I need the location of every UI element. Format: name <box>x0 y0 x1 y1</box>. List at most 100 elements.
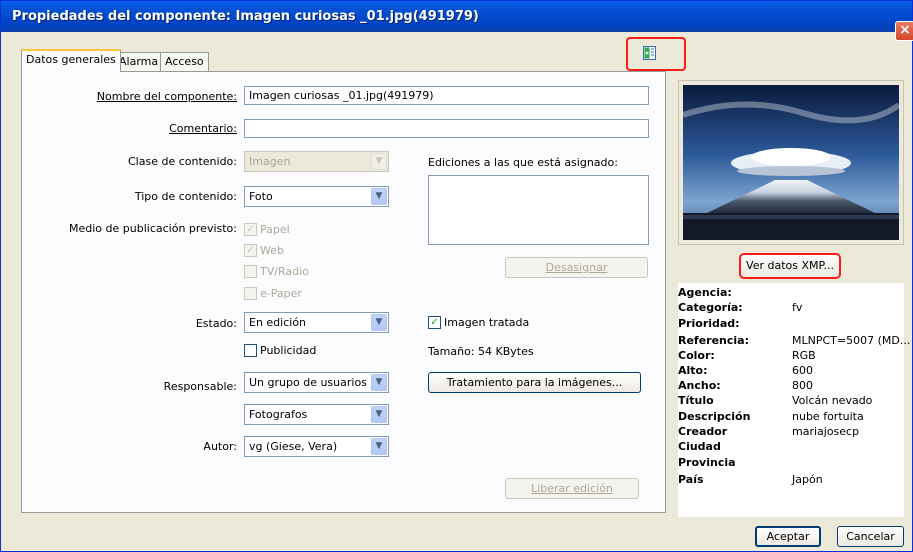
meta-value: mariajosecp <box>792 425 860 438</box>
tab-label: Datos generales <box>26 53 116 66</box>
xmp-button-label: Ver datos XMP... <box>746 259 834 272</box>
window-title: Propiedades del componente: Imagen curio… <box>12 9 479 24</box>
meta-value: 800 <box>792 379 813 392</box>
aceptar-label: Aceptar <box>766 530 810 543</box>
properties-dialog: Propiedades del componente: Imagen curio… <box>0 0 913 552</box>
chevron-down-icon: ▼ <box>371 374 387 391</box>
cancelar-label: Cancelar <box>846 530 895 543</box>
meta-key: Alto: <box>678 364 708 377</box>
status-select[interactable]: En edición ▼ <box>244 312 389 333</box>
comment-field[interactable] <box>244 119 649 138</box>
content-type-select[interactable]: Foto ▼ <box>244 186 389 207</box>
metadata-row: Provincia <box>678 456 904 469</box>
papel-label: Papel <box>260 223 290 236</box>
meta-key: Prioridad: <box>678 317 740 330</box>
meta-value: RGB <box>792 349 816 362</box>
metadata-row: Título Volcán nevado <box>678 394 904 407</box>
chevron-down-icon: ▼ <box>371 406 387 423</box>
tv-radio-checkbox[interactable] <box>244 265 257 278</box>
size-text: Tamaño: 54 KBytes <box>428 345 534 358</box>
metadata-row: País Japón <box>678 473 904 486</box>
icon-highlight <box>626 37 686 71</box>
metadata-row: Referencia: MLNPCT=5007 (MD... <box>678 334 910 347</box>
tv-radio-label: TV/Radio <box>260 265 309 278</box>
meta-key: Categoría: <box>678 301 743 314</box>
liberar-button-label: Liberar edición <box>531 482 613 495</box>
metadata-row: Creador mariajosecp <box>678 425 904 438</box>
chevron-down-icon: ▼ <box>371 438 387 455</box>
close-button[interactable]: × <box>895 21 913 41</box>
responsible-group-value: Fotografos <box>249 408 308 421</box>
meta-value: Japón <box>792 473 823 486</box>
metadata-row: Ancho: 800 <box>678 379 904 392</box>
meta-key: Provincia <box>678 456 736 469</box>
liberar-edicion-button[interactable]: Liberar edición <box>505 478 639 499</box>
meta-key: Color: <box>678 349 715 362</box>
general-data-panel: Nombre del componente: Imagen curiosas _… <box>21 71 666 513</box>
tratamiento-button-label: Tratamiento para la imágenes... <box>446 376 623 389</box>
imagen-tratada-label: Imagen tratada <box>444 316 530 329</box>
desasignar-button[interactable]: Desasignar <box>505 257 648 278</box>
editions-listbox[interactable] <box>428 175 649 245</box>
tab-label: Acceso <box>165 55 204 68</box>
status-value: En edición <box>249 316 307 329</box>
e-paper-checkbox[interactable] <box>244 287 257 300</box>
author-value: vg (Giese, Vera) <box>249 440 338 453</box>
web-checkbox[interactable]: ✓ <box>244 244 257 257</box>
aceptar-button[interactable]: Aceptar <box>755 526 821 547</box>
ver-datos-xmp-button[interactable]: Ver datos XMP... <box>739 253 841 279</box>
metadata-panel: Agencia: Categoría: fv Prioridad: Referen… <box>678 283 910 517</box>
publicidad-checkbox[interactable] <box>244 344 257 357</box>
desasignar-button-label: Desasignar <box>545 261 608 274</box>
metadata-row: Categoría: fv <box>678 301 904 314</box>
chevron-down-icon: ▼ <box>371 188 387 205</box>
comentario-label-text: Comentario: <box>169 122 237 135</box>
comentario-label: Comentario: <box>82 122 237 135</box>
preview-image <box>683 85 899 240</box>
ediciones-label: Ediciones a las que está asignado: <box>428 156 618 169</box>
responsible-select[interactable]: Un grupo de usuarios ▼ <box>244 372 389 393</box>
sheet-add-icon[interactable] <box>643 46 656 60</box>
papel-checkbox[interactable]: ✓ <box>244 223 257 236</box>
meta-value: 600 <box>792 364 813 377</box>
medio-label: Medio de publicación previsto: <box>69 222 237 235</box>
clase-label: Clase de contenido: <box>128 155 237 168</box>
metadata-row: Color: RGB <box>678 349 904 362</box>
meta-value: fv <box>792 301 803 314</box>
chevron-down-icon: ▼ <box>371 153 387 170</box>
metadata-row: Alto: 600 <box>678 364 904 377</box>
e-paper-label: e-Paper <box>260 287 302 300</box>
estado-label: Estado: <box>195 317 237 330</box>
meta-value: MLNPCT=5007 (MD... <box>792 334 911 347</box>
title-bar[interactable]: Propiedades del componente: Imagen curio… <box>1 1 912 32</box>
meta-value: Volcán nevado <box>792 394 873 407</box>
meta-key: Agencia: <box>678 286 732 299</box>
tratamiento-button[interactable]: Tratamiento para la imágenes... <box>428 372 641 393</box>
tipo-label: Tipo de contenido: <box>134 190 237 203</box>
meta-key: Ciudad <box>678 440 721 453</box>
meta-value: nube fortuita <box>792 410 864 423</box>
tab-acceso[interactable]: Acceso <box>160 52 209 71</box>
meta-key: Ancho: <box>678 379 721 392</box>
imagen-tratada-checkbox[interactable]: ✓ <box>428 316 441 329</box>
metadata-row: Ciudad <box>678 440 904 453</box>
author-select[interactable]: vg (Giese, Vera) ▼ <box>244 436 389 457</box>
content-class-select[interactable]: Imagen ▼ <box>244 151 389 172</box>
publicidad-label: Publicidad <box>260 344 317 357</box>
tab-alarma[interactable]: Alarma <box>114 52 164 71</box>
meta-key: Creador <box>678 425 728 438</box>
autor-label: Autor: <box>203 440 237 453</box>
meta-key: País <box>678 473 704 486</box>
meta-key: Descripción <box>678 410 751 423</box>
metadata-row: Agencia: <box>678 286 904 299</box>
chevron-down-icon: ▼ <box>371 314 387 331</box>
component-name-field[interactable]: Imagen curiosas _01.jpg(491979) <box>244 86 649 105</box>
cancelar-button[interactable]: Cancelar <box>837 526 904 547</box>
tab-datos-generales[interactable]: Datos generales <box>21 49 121 72</box>
nombre-label-text: Nombre del componente: <box>96 90 237 103</box>
responsible-group-select[interactable]: Fotografos ▼ <box>244 404 389 425</box>
content-class-value: Imagen <box>249 155 291 168</box>
meta-key: Título <box>678 394 714 407</box>
component-name-value: Imagen curiosas _01.jpg(491979) <box>249 89 434 102</box>
responsable-label: Responsable: <box>163 380 237 393</box>
